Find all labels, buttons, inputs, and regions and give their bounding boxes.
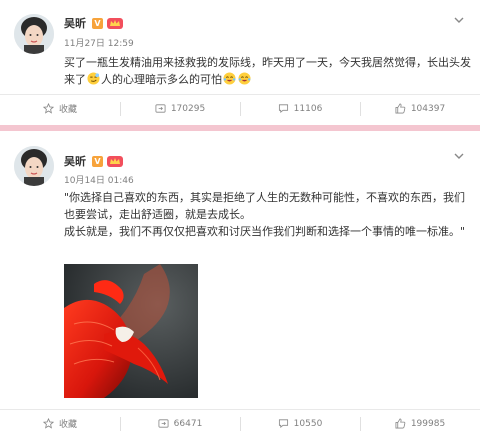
avatar[interactable]: [14, 146, 54, 186]
post-text: "你选择自己喜欢的东西，其实是拒绝了人生的无数种可能性，不喜欢的东西，我们也要尝…: [64, 189, 472, 240]
laugh-cry-emoji-icon: [238, 72, 251, 85]
star-icon: [42, 103, 54, 114]
post-timestamp[interactable]: 10月14日 01:46: [64, 173, 134, 186]
comment-button[interactable]: 11106: [240, 95, 360, 122]
favorite-button[interactable]: 收藏: [0, 410, 120, 437]
comment-count: 10550: [293, 418, 323, 429]
repost-icon: [155, 104, 166, 113]
chevron-down-icon[interactable]: [452, 13, 466, 27]
comment-icon: [278, 419, 288, 429]
favorite-button[interactable]: 收藏: [0, 95, 120, 122]
repost-button[interactable]: 170295: [120, 95, 240, 122]
feed-divider: [0, 122, 480, 140]
favorite-label: 收藏: [58, 105, 77, 115]
like-button[interactable]: 104397: [360, 95, 480, 122]
action-bar: 收藏 170295 11106 104397: [0, 94, 480, 122]
comment-count: 11106: [293, 103, 323, 114]
repost-icon: [158, 419, 169, 428]
avatar[interactable]: [14, 14, 54, 54]
verified-badge-icon: V: [92, 17, 103, 29]
author-name[interactable]: 吴昕: [64, 15, 86, 31]
post-text: 买了一瓶生发精油用来拯救我的发际线，昨天用了一天，今天我居然觉得，长出头发来了人…: [64, 54, 472, 88]
smirk-emoji-icon: [87, 72, 100, 85]
thumbs-up-icon: [395, 103, 406, 114]
crown-badge-icon: [107, 156, 123, 167]
comment-button[interactable]: 10550: [240, 410, 360, 437]
chevron-down-icon[interactable]: [452, 149, 466, 163]
author-row: 吴昕 V: [64, 153, 123, 169]
like-button[interactable]: 199985: [360, 410, 480, 437]
comment-icon: [278, 104, 288, 114]
thumbs-up-icon: [395, 418, 406, 429]
favorite-label: 收藏: [58, 420, 77, 430]
like-count: 199985: [410, 418, 446, 429]
weibo-post: 吴昕 V 10月14日 01:46 "你选择自己喜欢的东西，其实是拒绝了人生的无…: [0, 140, 480, 439]
post-paragraph: "你选择自己喜欢的东西，其实是拒绝了人生的无数种可能性，不喜欢的东西，我们也要尝…: [64, 191, 466, 221]
laugh-cry-emoji-icon: [223, 72, 236, 85]
author-row: 吴昕 V: [64, 15, 123, 31]
post-text-part: 人的心理暗示多么的可怕: [101, 73, 222, 86]
repost-count: 66471: [173, 418, 203, 429]
betta-fish-photo: [64, 264, 198, 398]
star-icon: [42, 418, 54, 429]
repost-button[interactable]: 66471: [120, 410, 240, 437]
crown-badge-icon: [107, 18, 123, 29]
verified-badge-icon: V: [92, 155, 103, 167]
repost-count: 170295: [170, 103, 206, 114]
action-bar: 收藏 66471 10550 199985: [0, 409, 480, 437]
divider-band: [0, 125, 480, 131]
like-count: 104397: [410, 103, 446, 114]
post-image[interactable]: [64, 264, 198, 398]
author-name[interactable]: 吴昕: [64, 153, 86, 169]
post-timestamp[interactable]: 11月27日 12:59: [64, 36, 134, 49]
weibo-post: 吴昕 V 11月27日 12:59 买了一瓶生发精油用来拯救我的发际线，昨天用了…: [0, 0, 480, 122]
post-paragraph: 成长就是，我们不再仅仅把喜欢和讨厌当作我们判断和选择一个事情的唯一标准。": [64, 225, 466, 238]
